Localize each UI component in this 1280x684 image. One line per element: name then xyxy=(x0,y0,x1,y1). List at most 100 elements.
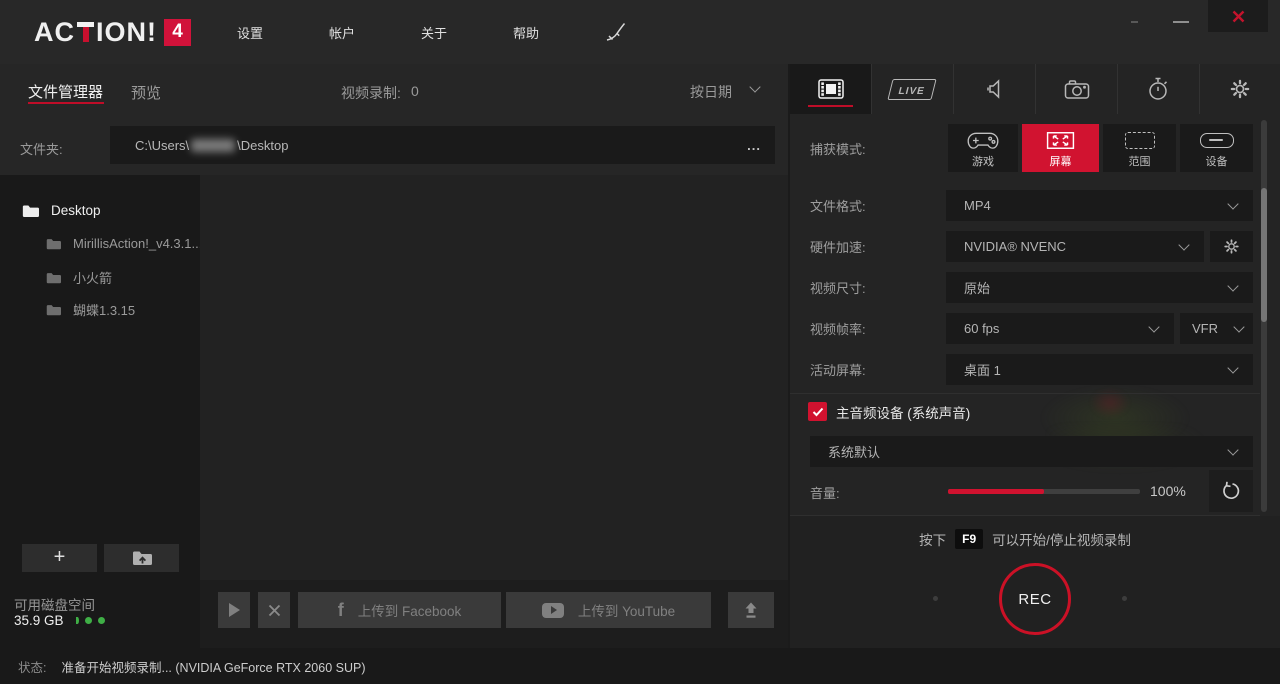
volume-slider[interactable] xyxy=(948,489,1140,494)
tab-timer[interactable] xyxy=(1118,64,1200,114)
delete-button[interactable] xyxy=(258,592,290,628)
disk-space-label: 可用磁盘空间 xyxy=(14,594,95,614)
region-icon xyxy=(1125,132,1155,149)
capture-mode-screen[interactable]: 屏幕 xyxy=(1022,124,1099,172)
tree-item-xiaohuojian[interactable]: 小火箭 xyxy=(46,268,206,287)
tab-live-streaming[interactable]: LIVE xyxy=(872,64,954,114)
x-icon xyxy=(268,604,281,617)
menu-item-about[interactable]: 关于 xyxy=(421,23,447,42)
menu-item-settings[interactable]: 设置 xyxy=(237,23,263,42)
browse-button[interactable]: ... xyxy=(747,138,761,153)
chevron-down-icon xyxy=(1148,321,1159,332)
capture-mode-label-text: 设备 xyxy=(1206,153,1228,169)
scrollbar-track[interactable] xyxy=(1261,120,1267,512)
active-screen-dropdown[interactable]: 桌面 1 xyxy=(946,354,1253,385)
chevron-down-icon[interactable] xyxy=(749,81,760,92)
primary-audio-label: 主音频设备 (系统声音) xyxy=(836,402,970,421)
primary-audio-checkbox[interactable] xyxy=(808,402,827,421)
capture-mode-label-text: 范围 xyxy=(1129,153,1151,169)
folder-icon xyxy=(46,304,61,316)
upload-facebook-label: 上传到 Facebook xyxy=(358,600,462,620)
tree-item-desktop[interactable]: Desktop xyxy=(22,203,212,218)
capture-mode-game[interactable]: 游戏 xyxy=(948,124,1018,172)
logo-letter-t xyxy=(77,22,94,42)
tree-item-hudie[interactable]: 蝴蝶1.3.15 xyxy=(46,300,206,319)
folder-label: 文件夹: xyxy=(20,139,63,158)
close-button[interactable] xyxy=(1208,0,1268,32)
framerate-dropdown[interactable]: 60 fps xyxy=(946,313,1174,344)
play-button[interactable] xyxy=(218,592,250,628)
hotkey-prefix: 按下 xyxy=(919,529,946,549)
device-icon xyxy=(1200,133,1234,148)
chevron-down-icon xyxy=(1227,362,1238,373)
audio-device-dropdown[interactable]: 系统默认 xyxy=(810,436,1253,467)
file-format-dropdown[interactable]: MP4 xyxy=(946,190,1253,221)
folder-upload-icon xyxy=(132,550,152,566)
tab-file-manager[interactable]: 文件管理器 xyxy=(28,81,103,102)
tree-item-label: Desktop xyxy=(51,203,101,218)
section-divider xyxy=(790,515,1260,516)
volume-reset-button[interactable] xyxy=(1209,470,1253,512)
sort-by-date-dropdown[interactable]: 按日期 xyxy=(690,82,732,102)
chevron-down-icon xyxy=(1178,239,1189,250)
hw-accel-label: 硬件加速: xyxy=(810,231,866,262)
video-size-dropdown[interactable]: 原始 xyxy=(946,272,1253,303)
scrollbar-thumb[interactable] xyxy=(1261,188,1267,322)
hotkey-keycap: F9 xyxy=(955,529,983,549)
tree-item-label: 蝴蝶1.3.15 xyxy=(73,300,135,319)
tree-item-label: MirillisAction!_v4.3.1... xyxy=(73,236,202,251)
hotkey-suffix: 可以开始/停止视频录制 xyxy=(992,529,1131,549)
active-screen-label: 活动屏幕: xyxy=(810,354,866,385)
active-right-tab-underline xyxy=(808,105,853,107)
reset-icon xyxy=(1221,481,1241,501)
import-folder-button[interactable] xyxy=(104,544,179,572)
vfr-value: VFR xyxy=(1192,321,1218,336)
statusbar: 状态: 准备开始视频录制... (NVIDIA GeForce RTX 2060… xyxy=(0,648,1280,684)
minimize-button[interactable] xyxy=(1173,21,1189,23)
tree-item-mirillis[interactable]: MirillisAction!_v4.3.1... xyxy=(46,236,206,251)
tab-settings[interactable] xyxy=(1200,64,1280,114)
vfr-dropdown[interactable]: VFR xyxy=(1180,313,1253,344)
tray-minimize-dash[interactable] xyxy=(1131,21,1138,23)
folder-path-prefix: C:\Users\ xyxy=(135,138,189,153)
file-format-label: 文件格式: xyxy=(810,190,866,221)
disk-space-value: 35.9 GB xyxy=(14,613,64,628)
upload-youtube-button[interactable]: 上传到 YouTube xyxy=(506,592,711,628)
export-upload-button[interactable] xyxy=(728,592,774,628)
close-icon xyxy=(1232,10,1245,23)
add-folder-button[interactable]: + xyxy=(22,544,97,572)
stopwatch-icon xyxy=(1147,77,1170,101)
folder-icon xyxy=(46,238,61,250)
framerate-label: 视频帧率: xyxy=(810,313,866,344)
main-menu: 设置 帐户 关于 帮助 xyxy=(237,0,627,64)
video-size-value: 原始 xyxy=(964,278,990,297)
youtube-icon xyxy=(542,603,564,618)
rec-side-dot xyxy=(1122,596,1127,601)
active-tab-underline xyxy=(28,102,104,104)
hw-accel-dropdown[interactable]: NVIDIA® NVENC xyxy=(946,231,1204,262)
hw-accel-settings-button[interactable] xyxy=(1210,231,1253,262)
menu-item-account[interactable]: 帐户 xyxy=(329,23,355,42)
gamepad-icon xyxy=(965,130,1001,151)
logo-text-post: ION! xyxy=(96,17,157,48)
pen-icon[interactable] xyxy=(605,22,627,42)
live-icon: LIVE xyxy=(888,79,937,100)
folder-icon xyxy=(22,204,39,218)
chevron-down-icon xyxy=(1233,321,1244,332)
capture-mode-device[interactable]: 设备 xyxy=(1180,124,1253,172)
tab-preview[interactable]: 预览 xyxy=(131,82,161,103)
rec-button-label: REC xyxy=(1018,591,1051,608)
tab-screenshot[interactable] xyxy=(1036,64,1118,114)
tab-audio[interactable] xyxy=(954,64,1036,114)
file-list-area[interactable] xyxy=(200,175,790,580)
folder-path-input[interactable]: C:\Users\ \Desktop ... xyxy=(110,126,775,164)
chevron-down-icon xyxy=(1227,198,1238,209)
capture-mode-label-text: 屏幕 xyxy=(1050,153,1072,169)
framerate-value: 60 fps xyxy=(964,321,999,336)
play-icon xyxy=(229,603,240,617)
capture-mode-region[interactable]: 范围 xyxy=(1103,124,1176,172)
menu-item-help[interactable]: 帮助 xyxy=(513,23,539,42)
rec-button[interactable]: REC xyxy=(999,563,1071,635)
facebook-icon: f xyxy=(338,600,344,621)
upload-facebook-button[interactable]: f 上传到 Facebook xyxy=(298,592,501,628)
